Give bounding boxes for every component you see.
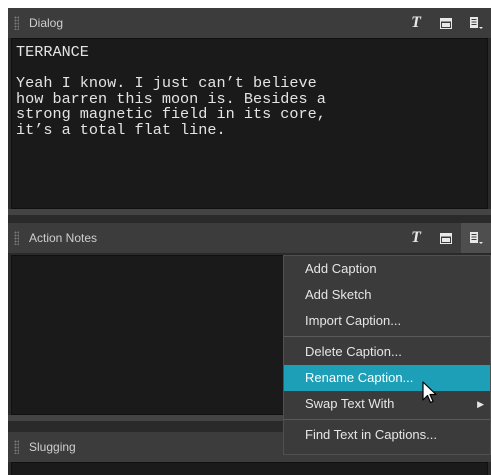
- drag-grip-icon[interactable]: [14, 16, 19, 30]
- panel-splitter[interactable]: [8, 209, 491, 215]
- slugging-panel-title: Slugging: [29, 440, 76, 454]
- menu-item-add-caption[interactable]: Add Caption: [284, 256, 490, 282]
- text-tool-icon[interactable]: T: [401, 223, 431, 253]
- menu-item-rename-caption[interactable]: Rename Caption...: [284, 365, 490, 391]
- menu-item-delete-caption[interactable]: Delete Caption...: [284, 339, 490, 365]
- dialog-text-area[interactable]: TERRANCE Yeah I know. I just can’t belie…: [11, 38, 488, 209]
- menu-item-import-caption[interactable]: Import Caption...: [284, 308, 490, 334]
- dialog-panel-header[interactable]: Dialog T: [8, 8, 491, 38]
- menu-item-swap-text-with[interactable]: Swap Text With ▶: [284, 391, 490, 417]
- drag-grip-icon[interactable]: [14, 440, 19, 454]
- dialog-panel-title: Dialog: [29, 16, 64, 30]
- caption-panels: Dialog T TERRANCE Yeah I know. I just ca…: [8, 8, 491, 475]
- caption-icon[interactable]: [431, 223, 461, 253]
- menu-item-swap-text-label: Swap Text With: [305, 396, 395, 411]
- mouse-cursor-icon: [422, 381, 437, 404]
- caption-icon[interactable]: [431, 8, 461, 38]
- caption-menu-icon[interactable]: [461, 223, 491, 253]
- caption-menu-icon[interactable]: [461, 8, 491, 38]
- dialog-text: TERRANCE Yeah I know. I just can’t belie…: [16, 43, 326, 139]
- action-notes-panel-title: Action Notes: [29, 231, 98, 245]
- text-tool-icon[interactable]: T: [401, 8, 431, 38]
- submenu-arrow-icon: ▶: [477, 399, 484, 409]
- menu-separator: [284, 419, 490, 420]
- menu-item-find-text-in-captions[interactable]: Find Text in Captions...: [284, 422, 490, 448]
- menu-separator: [284, 336, 490, 337]
- menu-item-add-sketch[interactable]: Add Sketch: [284, 282, 490, 308]
- slugging-text-area[interactable]: [11, 462, 488, 475]
- action-notes-panel-header[interactable]: Action Notes T: [8, 223, 491, 253]
- caption-context-menu: Add Caption Add Sketch Import Caption...…: [283, 255, 491, 455]
- drag-grip-icon[interactable]: [14, 231, 19, 245]
